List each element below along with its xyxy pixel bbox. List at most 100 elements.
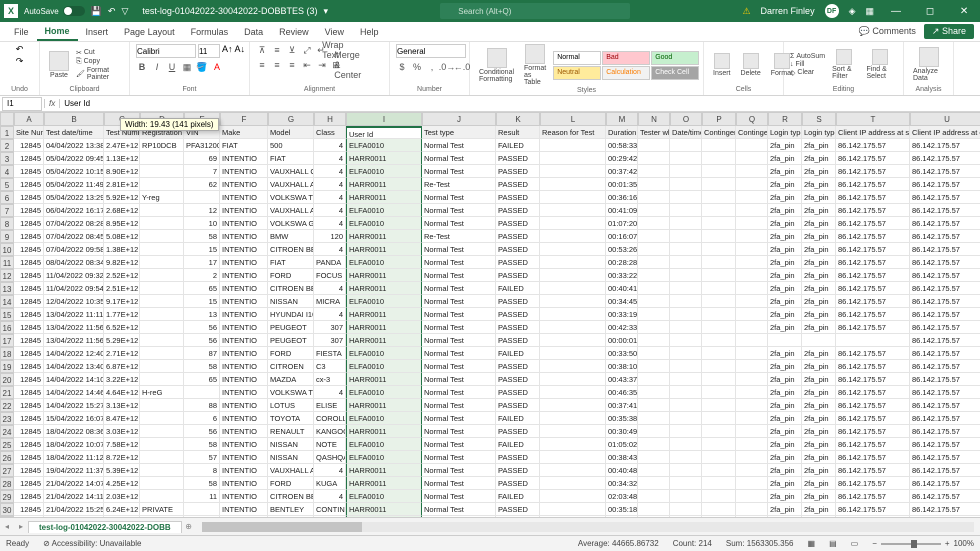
cell-G9[interactable]: BMW [268, 230, 314, 243]
cell-P20[interactable] [702, 373, 736, 386]
cell-Q25[interactable] [736, 438, 768, 451]
cell-S5[interactable]: 2fa_pin [802, 178, 836, 191]
cell-A15[interactable]: 12845 [14, 308, 44, 321]
cell-U6[interactable]: 86.142.175.57 [910, 191, 980, 204]
cell-A21[interactable]: 12845 [14, 386, 44, 399]
align-right-icon[interactable]: ≡ [286, 59, 298, 71]
cell-A24[interactable]: 12845 [14, 425, 44, 438]
cell-E9[interactable]: 58 [184, 230, 220, 243]
cell-E13[interactable]: 65 [184, 282, 220, 295]
col-header-L[interactable]: L [540, 112, 606, 126]
cell-O27[interactable] [670, 464, 702, 477]
cell-O17[interactable] [670, 334, 702, 347]
header-cell[interactable]: Duration [606, 126, 638, 139]
cell-K14[interactable]: PASSED [496, 295, 540, 308]
cell-F12[interactable]: INTENTIO [220, 269, 268, 282]
cell-I17[interactable]: HARR0011 [346, 334, 422, 347]
cell-M3[interactable]: 00:29:42 [606, 152, 638, 165]
col-header-P[interactable]: P [702, 112, 736, 126]
new-sheet-button[interactable]: ⊕ [182, 522, 196, 531]
cell-M23[interactable]: 00:35:38 [606, 412, 638, 425]
cell-O5[interactable] [670, 178, 702, 191]
cell-C14[interactable]: 9.17E+12 [104, 295, 140, 308]
cell-L3[interactable] [540, 152, 606, 165]
cell-S29[interactable]: 2fa_pin [802, 490, 836, 503]
row-header-3[interactable]: 3 [0, 152, 14, 165]
cell-E16[interactable]: 56 [184, 321, 220, 334]
cell-T11[interactable]: 86.142.175.57 [836, 256, 910, 269]
cell-R17[interactable] [768, 334, 802, 347]
cell-D18[interactable] [140, 347, 184, 360]
cell-C5[interactable]: 2.81E+12 [104, 178, 140, 191]
cell-I11[interactable]: ELFA0010 [346, 256, 422, 269]
cell-M29[interactable]: 02:03:48 [606, 490, 638, 503]
cell-U23[interactable]: 86.142.175.57 [910, 412, 980, 425]
cell-S20[interactable]: 2fa_pin [802, 373, 836, 386]
cell-Q12[interactable] [736, 269, 768, 282]
indent-increase-icon[interactable]: ⇥ [316, 59, 328, 71]
header-cell[interactable]: Date/time [670, 126, 702, 139]
cell-B3[interactable]: 05/04/2022 09:45 [44, 152, 104, 165]
cell-G11[interactable]: FIAT [268, 256, 314, 269]
cell-Q3[interactable] [736, 152, 768, 165]
cell-U28[interactable]: 86.142.175.57 [910, 477, 980, 490]
cell-O23[interactable] [670, 412, 702, 425]
cell-R2[interactable]: 2fa_pin [768, 139, 802, 152]
cell-J28[interactable]: Normal Test [422, 477, 496, 490]
cell-J11[interactable]: Normal Test [422, 256, 496, 269]
cell-J5[interactable]: Re-Test [422, 178, 496, 191]
cell-N18[interactable] [638, 347, 670, 360]
cell-O30[interactable] [670, 503, 702, 516]
cell-N4[interactable] [638, 165, 670, 178]
cell-A10[interactable]: 12845 [14, 243, 44, 256]
cell-S22[interactable]: 2fa_pin [802, 399, 836, 412]
cell-C17[interactable]: 5.29E+12 [104, 334, 140, 347]
warning-icon[interactable]: ⚠ [742, 6, 750, 17]
cell-L28[interactable] [540, 477, 606, 490]
cell-K16[interactable]: PASSED [496, 321, 540, 334]
cell-D29[interactable] [140, 490, 184, 503]
cell-F24[interactable]: INTENTIO [220, 425, 268, 438]
cell-H6[interactable]: 4 [314, 191, 346, 204]
cell-H14[interactable]: MICRA [314, 295, 346, 308]
cell-E23[interactable]: 6 [184, 412, 220, 425]
cell-R22[interactable]: 2fa_pin [768, 399, 802, 412]
header-cell[interactable]: Site Number [14, 126, 44, 139]
cell-C30[interactable]: 6.24E+12 [104, 503, 140, 516]
cell-B28[interactable]: 21/04/2022 14:07 [44, 477, 104, 490]
cell-G29[interactable]: CITROEN BERLINGO [268, 490, 314, 503]
cell-U13[interactable]: 86.142.175.57 [910, 282, 980, 295]
cell-H10[interactable]: 4 [314, 243, 346, 256]
cell-E6[interactable] [184, 191, 220, 204]
cell-H22[interactable]: ELISE [314, 399, 346, 412]
cell-M8[interactable]: 01:07:20 [606, 217, 638, 230]
cell-S17[interactable] [802, 334, 836, 347]
cell-E29[interactable]: 11 [184, 490, 220, 503]
style-check-cell[interactable]: Check Cell [651, 66, 699, 80]
cell-A28[interactable]: 12845 [14, 477, 44, 490]
cell-N16[interactable] [638, 321, 670, 334]
cell-M2[interactable]: 00:58:33 [606, 139, 638, 152]
cell-U31[interactable]: 86.142.175.57 [910, 516, 980, 517]
cell-P6[interactable] [702, 191, 736, 204]
font-size-input[interactable] [198, 44, 220, 58]
cell-R5[interactable]: 2fa_pin [768, 178, 802, 191]
cell-B29[interactable]: 21/04/2022 14:11 [44, 490, 104, 503]
cell-K6[interactable]: PASSED [496, 191, 540, 204]
cell-A27[interactable]: 12845 [14, 464, 44, 477]
cell-D7[interactable] [140, 204, 184, 217]
cell-N26[interactable] [638, 451, 670, 464]
currency-icon[interactable]: $ [396, 61, 408, 73]
row-header-8[interactable]: 8 [0, 217, 14, 230]
find-select-button[interactable]: Find & Select [864, 49, 897, 80]
cell-C27[interactable]: 5.39E+12 [104, 464, 140, 477]
cell-C23[interactable]: 8.47E+12 [104, 412, 140, 425]
cell-J16[interactable]: Normal Test [422, 321, 496, 334]
cell-U10[interactable]: 86.142.175.57 [910, 243, 980, 256]
cell-J9[interactable]: Re-Test [422, 230, 496, 243]
cell-T29[interactable]: 86.142.175.57 [836, 490, 910, 503]
cell-B2[interactable]: 04/04/2022 13:38 [44, 139, 104, 152]
cell-M12[interactable]: 00:33:22 [606, 269, 638, 282]
cell-A31[interactable]: 12845 [14, 516, 44, 517]
cell-P17[interactable] [702, 334, 736, 347]
